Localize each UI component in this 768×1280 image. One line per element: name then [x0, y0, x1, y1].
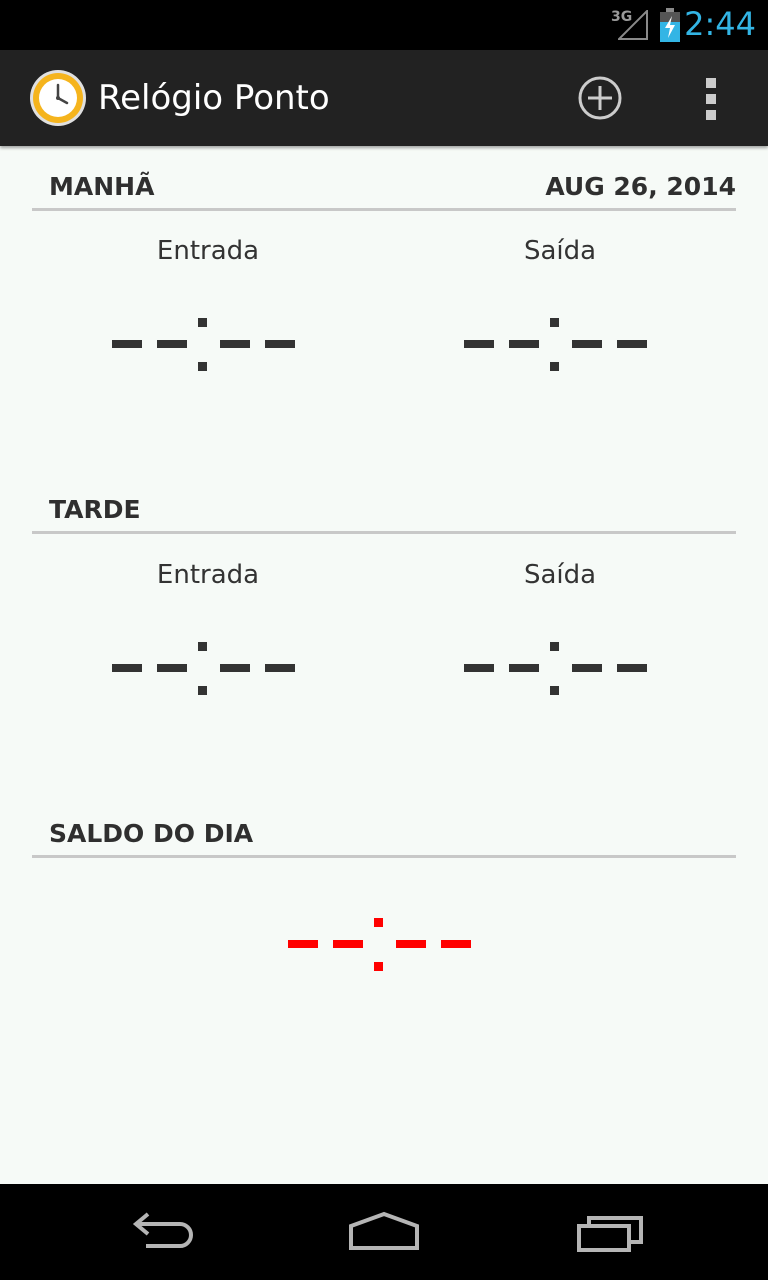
time-colon-dot — [374, 962, 383, 971]
afternoon-exit-time[interactable] — [460, 638, 660, 698]
time-dash — [288, 940, 318, 948]
time-dash — [509, 664, 539, 672]
signal-icon — [618, 10, 648, 40]
time-dash — [265, 340, 295, 348]
time-dash — [441, 940, 471, 948]
app-title: Relógio Ponto — [98, 78, 330, 118]
morning-title: MANHÃ — [49, 172, 155, 201]
time-dash — [220, 664, 250, 672]
balance-value — [284, 914, 484, 974]
time-dash — [265, 664, 295, 672]
morning-exit-label: Saída — [523, 236, 597, 266]
screen: 3G 2:44 Relógio Ponto MANHÃ AUG 26, 2014… — [0, 0, 768, 1280]
afternoon-title: TARDE — [49, 495, 141, 524]
time-dash — [617, 340, 647, 348]
battery-charging-icon — [660, 8, 680, 42]
morning-section-header: MANHÃ AUG 26, 2014 — [32, 158, 736, 211]
home-icon[interactable] — [339, 1202, 429, 1262]
afternoon-entry-label: Entrada — [156, 560, 260, 590]
date-label: AUG 26, 2014 — [545, 172, 736, 201]
time-dash — [112, 340, 142, 348]
morning-entry-label: Entrada — [156, 236, 260, 266]
morning-entry-time[interactable] — [108, 314, 308, 374]
time-dash — [333, 940, 363, 948]
time-dash — [572, 664, 602, 672]
time-dash — [572, 340, 602, 348]
status-bar: 3G 2:44 — [0, 0, 768, 50]
clock-app-icon[interactable] — [28, 68, 88, 128]
time-colon-dot — [374, 918, 383, 927]
time-colon-dot — [550, 686, 559, 695]
overflow-menu-icon[interactable] — [688, 70, 736, 126]
time-dash — [464, 340, 494, 348]
time-dash — [464, 664, 494, 672]
time-dash — [112, 664, 142, 672]
time-dash — [509, 340, 539, 348]
time-colon-dot — [198, 362, 207, 371]
time-dash — [220, 340, 250, 348]
navigation-bar — [0, 1184, 768, 1280]
balance-section-header: SALDO DO DIA — [32, 805, 736, 858]
back-icon[interactable] — [116, 1202, 206, 1262]
add-icon[interactable] — [570, 70, 630, 126]
time-colon-dot — [198, 642, 207, 651]
afternoon-exit-label: Saída — [523, 560, 597, 590]
morning-exit-time[interactable] — [460, 314, 660, 374]
afternoon-section-header: TARDE — [32, 481, 736, 534]
time-colon-dot — [550, 362, 559, 371]
status-clock: 2:44 — [684, 5, 756, 43]
time-colon-dot — [550, 318, 559, 327]
balance-title: SALDO DO DIA — [49, 819, 254, 848]
time-colon-dot — [198, 318, 207, 327]
time-dash — [157, 664, 187, 672]
time-colon-dot — [198, 686, 207, 695]
time-colon-dot — [550, 642, 559, 651]
time-dash — [396, 940, 426, 948]
time-dash — [617, 664, 647, 672]
action-bar: Relógio Ponto — [0, 50, 768, 146]
time-dash — [157, 340, 187, 348]
afternoon-entry-time[interactable] — [108, 638, 308, 698]
recent-apps-icon[interactable] — [565, 1202, 655, 1262]
